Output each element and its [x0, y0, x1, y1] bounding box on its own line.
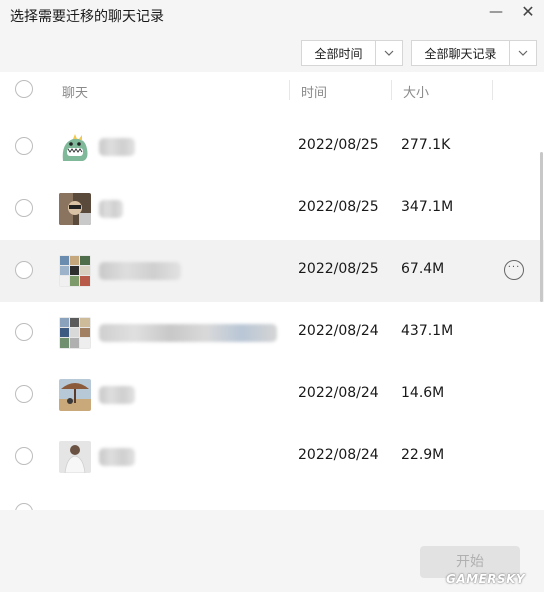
row-date: 2022/08/24: [298, 385, 379, 401]
row-date: 2022/08/24: [298, 323, 379, 339]
list-header: 聊天 时间 大小: [0, 72, 544, 108]
more-options-icon[interactable]: ···: [504, 260, 524, 280]
row-checkbox[interactable]: [15, 323, 33, 341]
blurred-chat-name: [99, 386, 135, 404]
header-divider: [492, 80, 493, 100]
row-size: 437.1M: [401, 323, 454, 339]
blurred-chat-name: [99, 324, 277, 342]
chat-filter-label: 全部聊天记录: [412, 41, 510, 65]
avatar: [59, 441, 91, 473]
chat-row[interactable]: 2022/08/24 437.1M: [0, 302, 544, 364]
chat-row[interactable]: 2022/08/25 277.1K: [0, 116, 544, 178]
row-size: 14.6M: [401, 385, 445, 401]
row-date: 2022/08/25: [298, 199, 379, 215]
row-checkbox[interactable]: [15, 199, 33, 217]
chat-row[interactable]: 2022/08/25 347.1M: [0, 178, 544, 240]
chevron-down-icon[interactable]: [376, 41, 402, 65]
row-date: 2022/08/25: [298, 137, 379, 153]
header-time: 时间: [301, 86, 328, 101]
row-checkbox[interactable]: [15, 385, 33, 403]
chat-row[interactable]: 2022/08/24 22.9M: [0, 426, 544, 488]
minimize-button[interactable]: —: [484, 2, 508, 24]
row-date: 2022/08/24: [298, 447, 379, 463]
time-filter-label: 全部时间: [302, 41, 376, 65]
blurred-chat-name: [99, 200, 123, 218]
header-size: 大小: [403, 86, 430, 101]
chat-list: 聊天 时间 大小 2022/08/25 277.1K 2022/08/25 34…: [0, 72, 544, 510]
chat-row[interactable]: 2022/08/25 67.4M ···: [0, 240, 544, 302]
close-button[interactable]: ✕: [516, 2, 540, 24]
blurred-chat-name: [99, 448, 135, 466]
header-divider: [289, 80, 290, 100]
row-checkbox[interactable]: [15, 137, 33, 155]
avatar: [59, 131, 91, 163]
chevron-down-icon[interactable]: [510, 41, 536, 65]
avatar: [59, 193, 91, 225]
row-checkbox[interactable]: [15, 261, 33, 279]
time-filter-dropdown[interactable]: 全部时间: [301, 40, 403, 66]
select-all-checkbox[interactable]: [15, 80, 33, 98]
avatar: [59, 379, 91, 411]
header-divider: [391, 80, 392, 100]
avatar: [59, 255, 91, 287]
chat-filter-dropdown[interactable]: 全部聊天记录: [411, 40, 537, 66]
watermark: GAMERSKY: [446, 572, 526, 586]
blurred-chat-name: [99, 262, 181, 280]
blurred-chat-name: [99, 138, 135, 156]
title-bar: 选择需要迁移的聊天记录 — ✕: [0, 0, 544, 30]
row-checkbox[interactable]: [15, 503, 33, 510]
chat-row[interactable]: 2022/08/24 14.6M: [0, 364, 544, 426]
window-title: 选择需要迁移的聊天记录: [10, 9, 164, 25]
row-size: 22.9M: [401, 447, 445, 463]
row-size: 67.4M: [401, 261, 445, 277]
row-size: 277.1K: [401, 137, 451, 153]
row-checkbox[interactable]: [15, 447, 33, 465]
row-date: 2022/08/25: [298, 261, 379, 277]
header-chat: 聊天: [62, 86, 89, 101]
avatar: [59, 317, 91, 349]
row-size: 347.1M: [401, 199, 454, 215]
scrollbar[interactable]: [540, 152, 543, 302]
